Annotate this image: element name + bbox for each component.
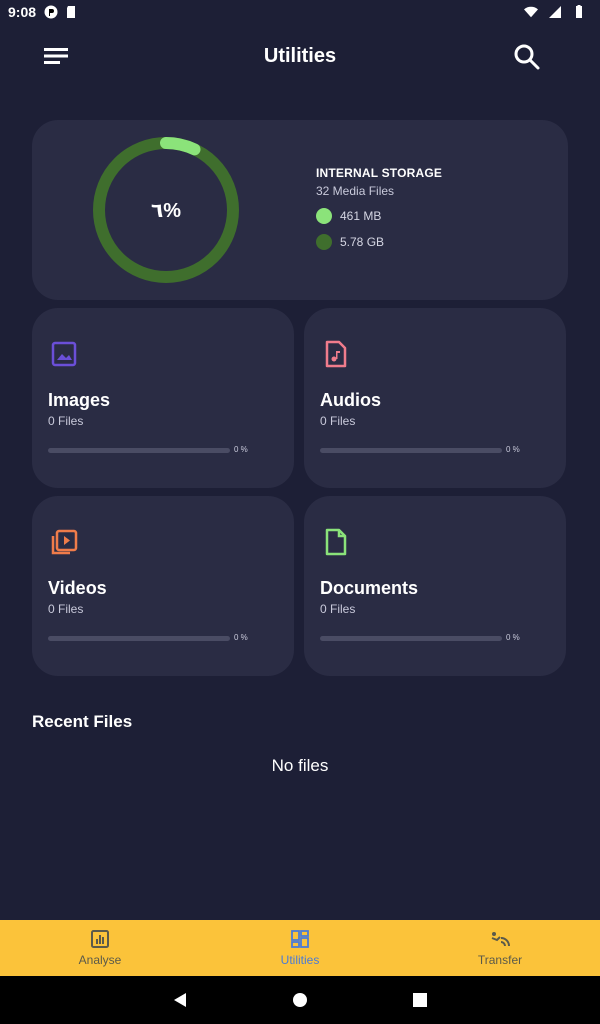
menu-icon[interactable]	[40, 44, 72, 68]
legend-total: 5.78 GB	[316, 234, 442, 250]
signal-icon	[549, 6, 561, 18]
status-time: 9:08	[8, 4, 37, 20]
app-bar: Utilities	[0, 28, 600, 84]
category-card-images[interactable]: Images 0 Files 0 %	[32, 308, 294, 488]
back-icon[interactable]	[170, 990, 190, 1010]
category-count: 0 Files	[320, 602, 356, 616]
search-icon[interactable]	[512, 42, 542, 72]
category-count: 0 Files	[48, 602, 84, 616]
bottom-nav: Analyse Utilities Transfer	[0, 920, 600, 976]
storage-percent: ٦%	[150, 199, 181, 222]
category-progress-bar	[48, 636, 230, 641]
category-progress-bar	[320, 448, 502, 453]
wifi-icon	[524, 6, 538, 18]
storage-subtitle: 32 Media Files	[316, 184, 395, 198]
nav-item-transfer[interactable]: Transfer	[400, 920, 600, 976]
storage-info: INTERNAL STORAGE 32 Media Files 461 MB 5…	[316, 166, 442, 250]
sd-card-icon	[67, 6, 76, 18]
category-percent: 0 %	[234, 633, 248, 642]
video-library-icon	[51, 529, 78, 555]
recent-files-title: Recent Files	[32, 712, 133, 731]
app-notification-icon	[44, 5, 58, 19]
document-icon	[325, 528, 347, 556]
category-name: Videos	[48, 578, 107, 598]
category-name: Audios	[320, 390, 381, 410]
category-count: 0 Files	[48, 414, 84, 428]
category-name: Images	[48, 390, 111, 410]
category-percent: 0 %	[506, 633, 520, 642]
storage-title: INTERNAL STORAGE	[316, 166, 443, 180]
analytics-icon	[91, 930, 109, 948]
recent-files-empty: No files	[271, 756, 329, 775]
nav-label: Utilities	[280, 953, 320, 967]
battery-icon	[576, 5, 582, 18]
legend-total-label: 5.78 GB	[340, 235, 385, 249]
category-percent: 0 %	[506, 445, 520, 454]
category-count: 0 Files	[320, 414, 356, 428]
category-card-audios[interactable]: Audios 0 Files 0 %	[304, 308, 566, 488]
nav-label: Analyse	[78, 953, 122, 967]
legend-used-label: 461 MB	[340, 209, 382, 223]
nav-item-analyse[interactable]: Analyse	[0, 920, 200, 976]
nav-item-utilities[interactable]: Utilities	[200, 920, 400, 976]
legend-used: 461 MB	[316, 208, 442, 224]
nav-label: Transfer	[477, 953, 523, 967]
page-title: Utilities	[263, 44, 337, 67]
category-card-documents[interactable]: Documents 0 Files 0 %	[304, 496, 566, 676]
legend-used-dot	[316, 208, 332, 224]
category-percent: 0 %	[234, 445, 248, 454]
category-card-videos[interactable]: Videos 0 Files 0 %	[32, 496, 294, 676]
category-name: Documents	[320, 578, 419, 598]
category-progress-bar	[48, 448, 230, 453]
category-progress-bar	[320, 636, 502, 641]
storage-card[interactable]: ٦% INTERNAL STORAGE 32 Media Files 461 M…	[32, 120, 568, 300]
system-nav-bar	[0, 976, 600, 1024]
recents-icon[interactable]	[410, 990, 430, 1010]
image-icon	[51, 341, 77, 367]
legend-total-dot	[316, 234, 332, 250]
dashboard-icon	[291, 930, 309, 948]
music-file-icon	[325, 340, 347, 368]
status-bar: 9:08	[0, 0, 600, 24]
home-icon[interactable]	[290, 990, 310, 1010]
transfer-icon	[491, 932, 510, 947]
